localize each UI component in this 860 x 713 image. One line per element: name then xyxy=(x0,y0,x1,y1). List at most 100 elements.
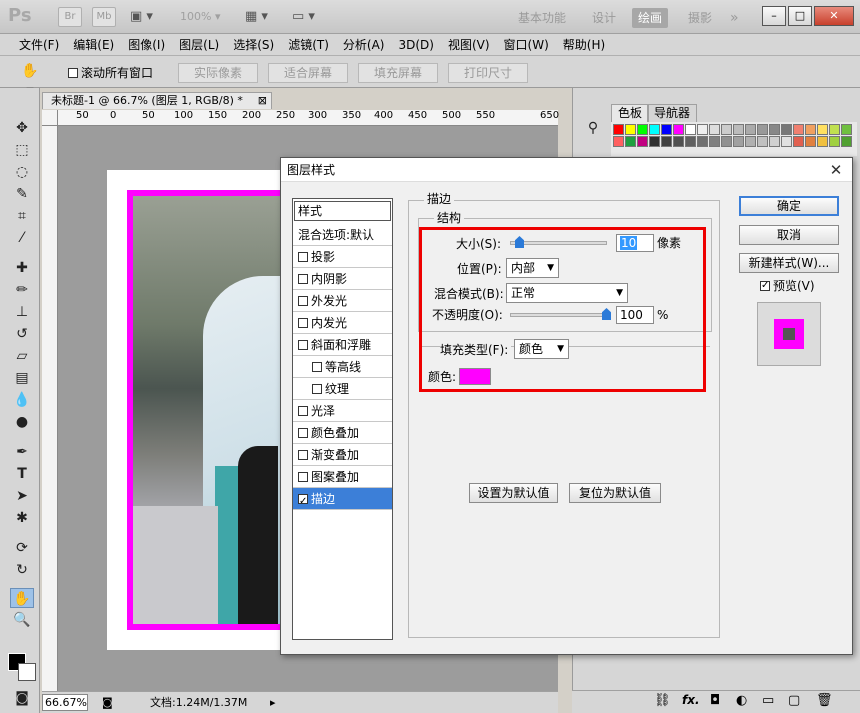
swatch[interactable] xyxy=(805,136,816,147)
style-checkbox[interactable] xyxy=(298,274,308,284)
swatch[interactable] xyxy=(685,136,696,147)
swatch[interactable] xyxy=(697,124,708,135)
style-inner-shadow[interactable]: 内阴影 xyxy=(293,268,392,290)
arrange-documents-icon[interactable]: ▦ ▾ xyxy=(245,7,279,27)
add-mask-icon[interactable]: ◘ xyxy=(710,693,720,708)
workspace-design[interactable]: 设计 xyxy=(592,8,616,28)
swatch[interactable] xyxy=(841,136,852,147)
pen-tool-icon[interactable]: ✒ xyxy=(10,442,34,462)
style-checkbox[interactable] xyxy=(298,318,308,328)
swatch[interactable] xyxy=(709,136,720,147)
view-extras-icon[interactable]: ▣ ▾ xyxy=(130,7,164,27)
new-layer-icon[interactable]: ▢ xyxy=(788,693,800,708)
healing-brush-icon[interactable]: ✚ xyxy=(10,258,34,278)
menu-window[interactable]: 窗口(W) xyxy=(497,34,556,55)
style-checkbox[interactable] xyxy=(298,252,308,262)
style-checkbox[interactable] xyxy=(298,296,308,306)
swatches-panel-icon[interactable]: ⚲ xyxy=(581,118,605,138)
style-drop-shadow[interactable]: 投影 xyxy=(293,246,392,268)
document-tab[interactable]: 未标题-1 @ 66.7% (图层 1, RGB/8) * ⊠ xyxy=(42,92,272,109)
swatch[interactable] xyxy=(805,124,816,135)
marquee-tool-icon[interactable]: ⬚ xyxy=(10,140,34,160)
menu-layer[interactable]: 图层(L) xyxy=(172,34,226,55)
swatch[interactable] xyxy=(673,136,684,147)
screen-mode-icon[interactable]: ▭ ▾ xyxy=(292,7,326,27)
hand-tool-icon[interactable]: ✋ xyxy=(10,588,34,608)
ruler-origin[interactable] xyxy=(42,110,58,126)
style-outer-glow[interactable]: 外发光 xyxy=(293,290,392,312)
type-tool-icon[interactable]: T xyxy=(10,464,34,484)
swatch[interactable] xyxy=(661,136,672,147)
swatch[interactable] xyxy=(793,124,804,135)
style-blending-options[interactable]: 混合选项:默认 xyxy=(293,224,392,246)
swatch[interactable] xyxy=(745,136,756,147)
3d-orbit-icon[interactable]: ↻ xyxy=(10,560,34,580)
dodge-tool-icon[interactable]: ● xyxy=(10,412,34,432)
style-checkbox[interactable] xyxy=(298,491,308,513)
style-gradient-overlay[interactable]: 渐变叠加 xyxy=(293,444,392,466)
swatch[interactable] xyxy=(745,124,756,135)
workspace-essentials[interactable]: 基本功能 xyxy=(518,8,566,28)
move-tool-icon[interactable]: ✥ xyxy=(10,118,34,138)
background-color-swatch[interactable] xyxy=(18,663,36,681)
style-color-overlay[interactable]: 颜色叠加 xyxy=(293,422,392,444)
swatch[interactable] xyxy=(781,136,792,147)
preview-checkbox-box[interactable] xyxy=(760,278,770,294)
tab-swatches[interactable]: 色板 xyxy=(611,104,650,122)
style-stroke[interactable]: 描边 xyxy=(293,488,392,513)
preview-checkbox[interactable]: 预览(V) xyxy=(760,278,815,294)
swatch[interactable] xyxy=(817,136,828,147)
clone-stamp-icon[interactable]: ⊥ xyxy=(10,302,34,322)
swatch[interactable] xyxy=(841,124,852,135)
swatch[interactable] xyxy=(637,136,648,147)
adjustment-layer-icon[interactable]: ◐ xyxy=(736,693,747,708)
lasso-tool-icon[interactable]: ◌ xyxy=(10,162,34,182)
style-pattern-overlay[interactable]: 图案叠加 xyxy=(293,466,392,488)
quick-mask-icon[interactable]: ◙ xyxy=(10,688,34,708)
swatch[interactable] xyxy=(721,136,732,147)
eyedropper-tool-icon[interactable]: ⁄ xyxy=(10,228,34,248)
swatch[interactable] xyxy=(817,124,828,135)
swatch[interactable] xyxy=(781,124,792,135)
crop-tool-icon[interactable]: ⌗ xyxy=(10,206,34,226)
dialog-close-icon[interactable]: ✕ xyxy=(826,158,846,182)
layer-photo[interactable] xyxy=(127,190,282,630)
menu-view[interactable]: 视图(V) xyxy=(441,34,497,55)
menu-analysis[interactable]: 分析(A) xyxy=(336,34,392,55)
style-checkbox[interactable] xyxy=(312,362,322,372)
scroll-all-windows-checkbox[interactable]: 滚动所有窗口 xyxy=(68,64,153,82)
status-menu-icon[interactable]: ▸ xyxy=(270,692,276,713)
swatch[interactable] xyxy=(673,124,684,135)
blur-tool-icon[interactable]: 💧 xyxy=(10,390,34,410)
swatch[interactable] xyxy=(757,124,768,135)
3d-rotate-icon[interactable]: ⟳ xyxy=(10,538,34,558)
style-inner-glow[interactable]: 内发光 xyxy=(293,312,392,334)
menu-3d[interactable]: 3D(D) xyxy=(391,34,440,55)
shape-tool-icon[interactable]: ✱ xyxy=(10,508,34,528)
link-layers-icon[interactable]: ⛓ xyxy=(654,693,671,708)
zoom-level-dropdown[interactable]: 100% ▾ xyxy=(180,7,232,27)
style-contour[interactable]: 等高线 xyxy=(293,356,392,378)
fit-screen-button[interactable]: 适合屏幕 xyxy=(268,63,348,83)
new-style-button[interactable]: 新建样式(W)... xyxy=(739,253,839,273)
swatch[interactable] xyxy=(697,136,708,147)
bridge-button[interactable]: Br xyxy=(58,7,82,27)
ok-button[interactable]: 确定 xyxy=(739,196,839,216)
style-bevel-emboss[interactable]: 斜面和浮雕 xyxy=(293,334,392,356)
actual-pixels-button[interactable]: 实际像素 xyxy=(178,63,258,83)
swatch[interactable] xyxy=(637,124,648,135)
close-document-icon[interactable]: ⊠ xyxy=(258,93,267,109)
style-checkbox[interactable] xyxy=(298,472,308,482)
minimize-icon[interactable]: – xyxy=(762,6,786,26)
menu-filter[interactable]: 滤镜(T) xyxy=(281,34,336,55)
style-checkbox[interactable] xyxy=(298,340,308,350)
fill-screen-button[interactable]: 填充屏幕 xyxy=(358,63,438,83)
scroll-all-checkbox-box[interactable] xyxy=(68,68,78,78)
zoom-input[interactable]: 66.67% xyxy=(42,694,88,711)
minibridge-button[interactable]: Mb xyxy=(92,7,116,27)
hand-tool-preset-icon[interactable]: ✋▾ xyxy=(18,61,42,99)
swatch[interactable] xyxy=(685,124,696,135)
delete-layer-icon[interactable]: 🗑 xyxy=(816,693,833,708)
swatch[interactable] xyxy=(613,136,624,147)
reset-default-button[interactable]: 复位为默认值 xyxy=(569,483,661,503)
